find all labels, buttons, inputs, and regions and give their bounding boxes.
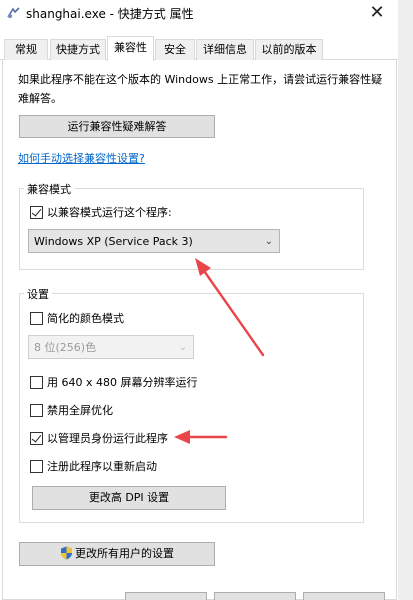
change-all-users-label: 更改所有用户的设置 [75,547,174,560]
checkbox-icon[interactable] [30,375,43,389]
checkbox-icon[interactable] [30,403,43,417]
color-depth-select: 8 位(256)色 ⌄ [28,335,194,359]
run-troubleshooter-button[interactable]: 运行兼容性疑难解答 [19,115,215,138]
compatibility-description: 如果此程序不能在这个版本的 Windows 上正常工作，请尝试运行兼容性疑难解答… [18,73,383,105]
tab-general[interactable]: 常规 [4,39,48,60]
tab-details[interactable]: 详细信息 [196,39,254,60]
manual-settings-link[interactable]: 如何手动选择兼容性设置? [18,150,145,166]
os-version-value: Windows XP (Service Pack 3) [34,235,193,248]
tab-bar: 常规 快捷方式 兼容性 安全 详细信息 以前的版本 [0,36,398,61]
title-bar: shanghai.exe - 快捷方式 属性 ✕ [0,0,413,28]
apply-button[interactable] [303,592,385,600]
register-restart-label: 注册此程序以重新启动 [47,460,157,473]
color-depth-value: 8 位(256)色 [34,341,97,354]
register-restart-checkbox[interactable]: 注册此程序以重新启动 [30,458,157,474]
window-title: shanghai.exe - 快捷方式 属性 [26,7,194,21]
checkbox-icon[interactable] [30,311,43,325]
tab-shortcut[interactable]: 快捷方式 [50,39,106,60]
reduced-color-label: 简化的颜色模式 [47,312,124,325]
change-dpi-button[interactable]: 更改高 DPI 设置 [32,486,226,510]
checkbox-checked-icon[interactable] [30,205,43,219]
app-icon [7,7,20,19]
res-640-label: 用 640 x 480 屏幕分辨率运行 [47,376,198,389]
run-as-admin-label: 以管理员身份运行此程序 [47,432,168,445]
compat-mode-group-label: 兼容模式 [24,181,74,197]
run-in-compat-mode-label: 以兼容模式运行这个程序: [47,206,172,219]
background-strip [398,0,413,600]
ok-button[interactable] [125,592,207,600]
run-as-admin-checkbox[interactable]: 以管理员身份运行此程序 [30,430,168,446]
os-version-select[interactable]: Windows XP (Service Pack 3) ⌄ [28,229,280,253]
checkbox-icon[interactable] [30,459,43,473]
run-in-compat-mode-checkbox[interactable]: 以兼容模式运行这个程序: [30,204,172,220]
disable-fullscreen-label: 禁用全屏优化 [47,404,113,417]
chevron-down-icon: ⌄ [264,236,273,247]
settings-group-label: 设置 [24,286,52,302]
chevron-down-icon: ⌄ [178,342,187,353]
tab-security[interactable]: 安全 [155,39,195,60]
close-button[interactable]: ✕ [362,0,392,28]
cancel-button[interactable] [214,592,296,600]
change-all-users-button[interactable]: 更改所有用户的设置 [19,542,215,566]
checkbox-checked-icon[interactable] [30,431,43,445]
disable-fullscreen-checkbox[interactable]: 禁用全屏优化 [30,402,113,418]
reduced-color-checkbox[interactable]: 简化的颜色模式 [30,310,124,326]
uac-shield-icon [61,546,72,560]
tab-compatibility[interactable]: 兼容性 [107,36,154,61]
res-640-checkbox[interactable]: 用 640 x 480 屏幕分辨率运行 [30,374,198,390]
tab-previous-versions[interactable]: 以前的版本 [255,39,323,60]
